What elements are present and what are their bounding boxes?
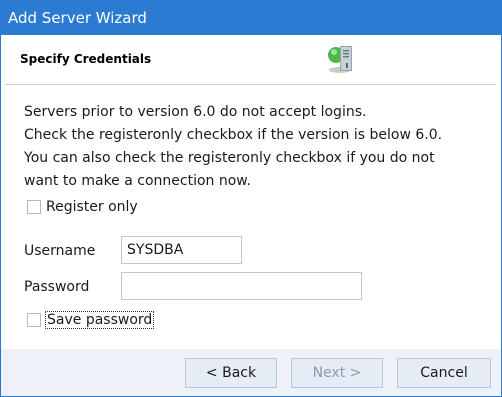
page-title: Specify Credentials xyxy=(20,52,152,66)
register-only-checkbox-row[interactable]: Register only xyxy=(27,199,138,215)
cancel-button[interactable]: Cancel xyxy=(397,358,491,388)
server-icon xyxy=(328,46,352,73)
register-only-label[interactable]: Register only xyxy=(46,199,138,215)
password-label: Password xyxy=(24,279,90,295)
register-only-checkbox[interactable] xyxy=(27,200,41,214)
wizard-header: Specify Credentials xyxy=(1,35,501,85)
description-line: Check the registeronly checkbox if the v… xyxy=(24,127,443,143)
description-line: You can also check the registeronly chec… xyxy=(24,150,435,166)
description-text: Servers prior to version 6.0 do not acce… xyxy=(24,101,494,193)
back-button[interactable]: < Back xyxy=(185,358,277,388)
save-password-checkbox-row[interactable]: Save password xyxy=(27,311,155,329)
description-line: want to make a connection now. xyxy=(24,173,251,189)
username-label: Username xyxy=(24,243,96,259)
password-field[interactable] xyxy=(121,272,362,300)
next-button[interactable]: Next > xyxy=(291,358,383,388)
wizard-footer: < Back Next > Cancel xyxy=(1,349,501,396)
wizard-body: Servers prior to version 6.0 do not acce… xyxy=(1,85,501,349)
username-field[interactable] xyxy=(121,236,242,264)
window-title: Add Server Wizard xyxy=(1,1,501,35)
add-server-wizard-window: Add Server Wizard Specify Credentials Se… xyxy=(0,0,502,397)
description-line: Servers prior to version 6.0 do not acce… xyxy=(24,104,367,120)
save-password-checkbox[interactable] xyxy=(27,313,41,327)
save-password-label[interactable]: Save password xyxy=(44,311,155,329)
